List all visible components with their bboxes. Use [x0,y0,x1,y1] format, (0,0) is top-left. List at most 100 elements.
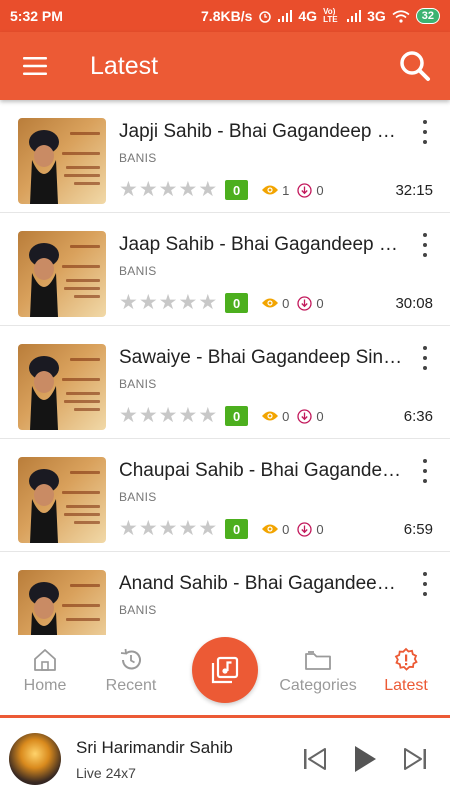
star-icon: ★ [119,404,138,427]
status-indicators: 7.8KB/s 4G Vo) LTE 3G 32 [201,8,440,24]
nav-latest-label: Latest [384,677,428,694]
rating-badge: 0 [225,519,249,539]
song-duration: 6:36 [403,407,433,425]
more-options-button[interactable] [418,233,432,257]
downloads-count: 0 [297,408,324,424]
views-count: 0 [261,409,289,424]
next-button[interactable] [390,734,440,784]
star-icon: ★ [119,291,138,314]
star-icon: ★ [158,178,178,201]
nav-categories[interactable]: Categories [272,647,364,695]
song-category: BANIS [119,490,157,504]
nav-categories-label: Categories [279,677,357,694]
star-icon: ★ [178,517,198,540]
star-icon: ★ [198,178,218,201]
star-icon: ★ [158,517,178,540]
alarm-icon [259,11,272,23]
song-list: Japji Sahib - Bhai Gagandeep Singh BANIS… [0,100,450,635]
star-icon: ★ [138,178,158,201]
network-type-2: 3G [367,8,386,24]
eye-icon [262,298,279,308]
download-icon [297,408,313,424]
search-icon [400,51,430,81]
bottom-navigation: Home Recent Categories Latest [0,617,450,718]
music-library-icon [211,656,239,684]
song-title: Chaupai Sahib - Bhai Gagandeep Singh [119,460,404,481]
star-icon: ★ [178,404,198,427]
station-artwork [9,733,61,785]
star-rating[interactable]: ★ ★ ★ ★ ★ [119,179,217,201]
star-icon: ★ [138,404,158,427]
star-icon: ★ [158,404,178,427]
song-category: BANIS [119,603,157,617]
previous-button[interactable] [290,734,340,784]
list-item[interactable]: Jaap Sahib - Bhai Gagandeep Singh BANIS … [0,213,450,326]
status-bar: 5:32 PM 7.8KB/s 4G Vo) LTE 3G 32 [0,0,450,32]
menu-button[interactable] [0,32,70,100]
download-icon [297,521,313,537]
history-icon [120,648,141,670]
rating-badge: 0 [225,293,249,313]
song-meta: ★ ★ ★ ★ ★ 0 0 0 6:36 [119,405,433,427]
hamburger-icon [23,57,47,75]
now-playing-fab[interactable] [192,637,258,703]
eye-icon [262,411,279,421]
more-options-button[interactable] [418,120,432,144]
views-count: 0 [261,522,289,537]
star-icon: ★ [198,517,218,540]
eye-icon [262,524,279,534]
star-icon: ★ [178,178,198,201]
more-options-button[interactable] [418,572,432,596]
volte-label: Vo) LTE [323,7,338,24]
folder-icon [305,651,331,670]
views-count: 1 [261,183,289,198]
album-art [18,457,106,543]
nav-home[interactable]: Home [0,647,90,695]
player-title: Sri Harimandir Sahib [76,737,233,757]
list-item[interactable]: Sawaiye - Bhai Gagandeep Singh BANIS ★ ★ ★… [0,326,450,439]
rating-badge: 0 [225,406,249,426]
search-button[interactable] [380,32,450,100]
download-icon [297,295,313,311]
play-button[interactable] [340,734,390,784]
nav-recent[interactable]: Recent [86,647,176,695]
signal-icon [347,10,362,22]
signal-icon [278,10,293,22]
network-type-1: 4G [298,8,318,24]
album-art [18,570,106,635]
star-icon: ★ [138,517,158,540]
song-duration: 32:15 [395,181,433,199]
song-category: BANIS [119,151,157,165]
star-rating[interactable]: ★ ★ ★ ★ ★ [119,518,217,540]
network-speed: 7.8KB/s [201,8,253,24]
song-title: Sawaiye - Bhai Gagandeep Singh [119,347,404,368]
player-info: Sri Harimandir Sahib Live 24x7 [76,738,290,781]
latest-badge-icon [394,647,418,671]
song-title: Anand Sahib - Bhai Gagandeep Singh [119,573,404,594]
play-icon [355,746,376,772]
song-category: BANIS [119,264,157,278]
more-options-button[interactable] [418,459,432,483]
star-rating[interactable]: ★ ★ ★ ★ ★ [119,292,217,314]
nav-home-label: Home [23,677,67,694]
song-duration: 30:08 [395,294,433,312]
list-item[interactable]: Japji Sahib - Bhai Gagandeep Singh BANIS… [0,100,450,213]
song-duration: 6:59 [403,520,433,538]
more-options-button[interactable] [418,346,432,370]
album-art [18,231,106,317]
nav-latest[interactable]: Latest [361,647,450,695]
song-category: BANIS [119,377,157,391]
song-title: Japji Sahib - Bhai Gagandeep Singh [119,121,404,142]
list-item[interactable]: Chaupai Sahib - Bhai Gagandeep Singh BAN… [0,439,450,552]
mini-player[interactable]: Sri Harimandir Sahib Live 24x7 [0,718,450,800]
app-bar: Latest [0,32,450,100]
star-icon: ★ [138,291,158,314]
rating-badge: 0 [225,180,249,200]
page-title: Latest [90,51,159,80]
downloads-count: 0 [297,521,324,537]
downloads-count: 0 [297,295,324,311]
star-rating[interactable]: ★ ★ ★ ★ ★ [119,405,217,427]
song-meta: ★ ★ ★ ★ ★ 0 1 0 32:15 [119,179,433,201]
downloads-count: 0 [297,183,324,198]
eye-icon [262,185,279,195]
